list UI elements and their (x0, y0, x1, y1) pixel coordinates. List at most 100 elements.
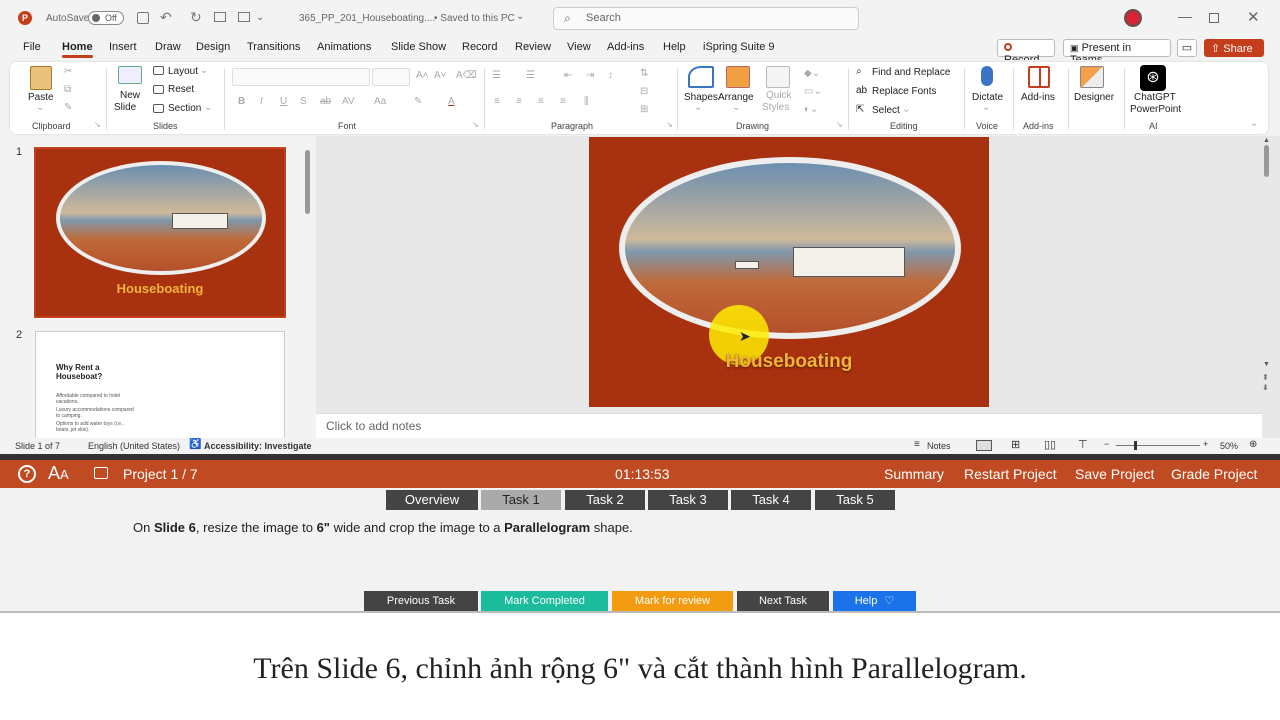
align-text-icon[interactable]: ⊟ (640, 86, 648, 97)
increase-indent-icon[interactable]: ⇥ (586, 70, 594, 81)
tab-slide-show[interactable]: Slide Show (391, 41, 446, 53)
slide-sorter-icon[interactable]: ⊞ (1011, 438, 1020, 451)
help-circle-icon[interactable]: ? (18, 465, 36, 483)
decrease-font-icon[interactable]: A˅ (434, 70, 447, 81)
clipboard-launcher-icon[interactable]: ↘ (94, 120, 101, 129)
mark-for-review-button[interactable]: Mark for review (612, 591, 733, 611)
tab-overview[interactable]: Overview (386, 490, 478, 510)
tab-task-3[interactable]: Task 3 (648, 490, 728, 510)
avatar[interactable] (1124, 9, 1142, 27)
restart-project-link[interactable]: Restart Project (964, 466, 1057, 482)
paste-chevron-icon[interactable]: ⌄ (36, 102, 44, 113)
shapes-icon[interactable] (688, 66, 714, 88)
save-icon[interactable] (137, 12, 149, 24)
dictate-chevron-icon[interactable]: ⌄ (982, 102, 990, 113)
slide-thumbnail-2[interactable]: Why Rent a Houseboat? Affordable compare… (35, 331, 285, 441)
strikethrough-icon[interactable]: ab (320, 96, 331, 107)
comments-button[interactable]: ▭ (1177, 39, 1197, 57)
reading-view-icon[interactable]: ▯▯ (1044, 438, 1056, 451)
decrease-indent-icon[interactable]: ⇤ (564, 70, 572, 81)
highlight-icon[interactable]: ✎ (414, 96, 422, 107)
tab-draw[interactable]: Draw (155, 41, 181, 53)
tab-home[interactable]: Home (62, 41, 93, 58)
accessibility-status[interactable]: Accessibility: Investigate (204, 441, 312, 451)
slideshow-icon[interactable] (238, 12, 250, 22)
paste-icon[interactable] (30, 66, 52, 90)
layout-button[interactable]: Layout (168, 66, 198, 77)
select-button[interactable]: Select (872, 105, 900, 116)
share-button[interactable]: ⇧ Share (1204, 39, 1264, 57)
tab-design[interactable]: Design (196, 41, 230, 53)
slide-title[interactable]: Houseboating (589, 351, 989, 373)
editor-scrollbar[interactable]: ▲ ▼ ⇞ ⇟ (1262, 137, 1272, 413)
grade-project-link[interactable]: Grade Project (1171, 466, 1257, 482)
autosave-toggle[interactable]: Off (88, 11, 124, 25)
mark-completed-button[interactable]: Mark Completed (481, 591, 608, 611)
qat-more-icon[interactable]: ⌄ (256, 12, 264, 23)
align-right-icon[interactable]: ≡ (538, 96, 544, 107)
microphone-icon[interactable] (981, 66, 993, 86)
layout-chevron-icon[interactable]: ⌄ (200, 65, 208, 76)
tab-file[interactable]: File (23, 41, 41, 53)
houseboat-image[interactable] (619, 157, 961, 339)
maximize-icon[interactable] (1209, 13, 1219, 23)
designer-icon[interactable] (1080, 66, 1104, 88)
new-slide-label-2[interactable]: Slide (114, 102, 136, 113)
normal-view-icon[interactable] (976, 440, 992, 451)
shapes-chevron-icon[interactable]: ⌄ (694, 102, 702, 113)
drawing-launcher-icon[interactable]: ↘ (836, 120, 843, 129)
cut-icon[interactable]: ✂ (64, 66, 72, 77)
next-task-button[interactable]: Next Task (737, 591, 829, 611)
language[interactable]: English (United States) (88, 441, 180, 451)
font-name-select[interactable] (232, 68, 370, 86)
new-slide-label-1[interactable]: New (120, 90, 140, 101)
increase-font-icon[interactable]: A˄ (416, 70, 429, 81)
chatgpt-label-1[interactable]: ChatGPT (1134, 92, 1176, 103)
ribbon-collapse-icon[interactable]: ⌄ (1250, 118, 1258, 129)
record-button[interactable]: Record (997, 39, 1055, 66)
clear-format-icon[interactable]: A⌫ (456, 70, 477, 81)
quick-styles-label-2[interactable]: Styles (762, 102, 789, 113)
bold-icon[interactable]: B (238, 96, 245, 107)
tab-record[interactable]: Record (462, 41, 497, 53)
font-size-select[interactable] (372, 68, 410, 86)
slide-canvas[interactable]: ➤ Houseboating (589, 137, 989, 407)
tab-help[interactable]: Help (663, 41, 686, 53)
redo-icon[interactable]: ↻ (190, 9, 202, 26)
save-project-link[interactable]: Save Project (1075, 466, 1154, 482)
tab-task-1[interactable]: Task 1 (481, 490, 561, 510)
align-left-icon[interactable]: ≡ (494, 96, 500, 107)
zoom-slider[interactable] (1116, 441, 1200, 450)
section-chevron-icon[interactable]: ⌄ (204, 102, 212, 113)
tab-transitions[interactable]: Transitions (247, 41, 300, 53)
tab-review[interactable]: Review (515, 41, 551, 53)
arrange-chevron-icon[interactable]: ⌄ (732, 102, 740, 113)
columns-icon[interactable]: ⫼ (584, 96, 589, 107)
quick-styles-label-1[interactable]: Quick (766, 90, 792, 101)
text-size-icon[interactable]: AA (48, 463, 69, 484)
shape-effects-icon[interactable]: ◐⌄ (804, 104, 818, 115)
format-painter-icon[interactable]: ✎ (64, 102, 72, 113)
find-replace-button[interactable]: Find and Replace (872, 67, 950, 78)
copy-icon[interactable]: ⧉ (64, 84, 71, 95)
change-case-icon[interactable]: Aa (374, 96, 386, 107)
undo-icon[interactable]: ↶ (160, 9, 172, 26)
minimize-icon[interactable]: — (1178, 8, 1192, 24)
save-status-chevron-icon[interactable]: ⌄ (516, 11, 524, 22)
present-in-teams-button[interactable]: ▣ Present in Teams (1063, 39, 1171, 66)
tab-task-2[interactable]: Task 2 (565, 490, 645, 510)
tab-view[interactable]: View (567, 41, 591, 53)
window-icon[interactable] (94, 467, 108, 479)
line-spacing-icon[interactable]: ↕ (608, 70, 613, 81)
summary-link[interactable]: Summary (884, 466, 944, 482)
zoom-out-icon[interactable]: − (1104, 439, 1109, 449)
help-button[interactable]: Help ♡ (833, 591, 916, 611)
shape-outline-icon[interactable]: ▭⌄ (804, 86, 822, 97)
underline-icon[interactable]: U (280, 96, 287, 107)
presentation-icon[interactable] (214, 12, 226, 22)
select-chevron-icon[interactable]: ⌄ (902, 104, 910, 115)
align-center-icon[interactable]: ≡ (516, 96, 522, 107)
replace-fonts-button[interactable]: Replace Fonts (872, 86, 936, 97)
designer-button[interactable]: Designer (1074, 92, 1114, 103)
italic-icon[interactable]: I (260, 96, 263, 107)
